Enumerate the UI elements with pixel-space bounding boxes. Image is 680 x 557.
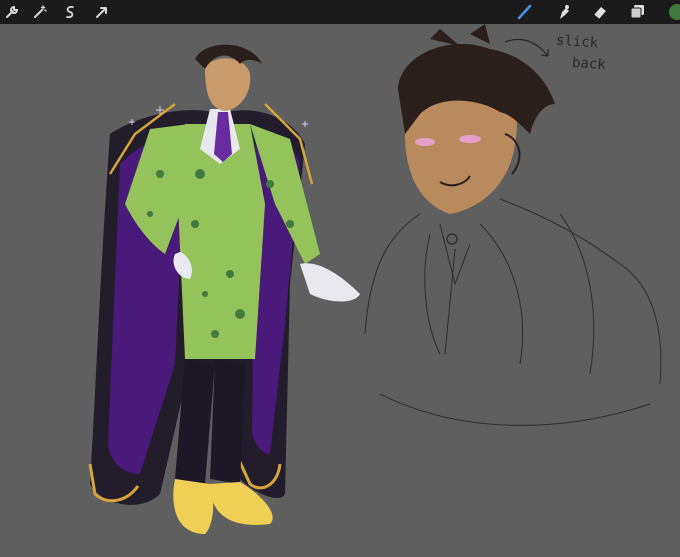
artwork [88, 24, 662, 534]
transform-arrow-icon[interactable] [92, 2, 112, 22]
wrench-icon[interactable] [2, 2, 22, 22]
magic-wand-icon[interactable] [30, 2, 50, 22]
layers-icon[interactable] [628, 2, 648, 22]
brush-icon[interactable] [515, 2, 535, 22]
color-picker-swatch[interactable] [669, 4, 680, 20]
smudge-icon[interactable] [553, 2, 573, 22]
annotation-text-slick: slick [555, 32, 599, 52]
eraser-icon[interactable] [590, 2, 610, 22]
selection-icon[interactable] [60, 2, 80, 22]
drawing-canvas[interactable]: slick back [0, 24, 680, 557]
toolbar [0, 0, 680, 24]
annotation-text-back: back [571, 54, 607, 74]
